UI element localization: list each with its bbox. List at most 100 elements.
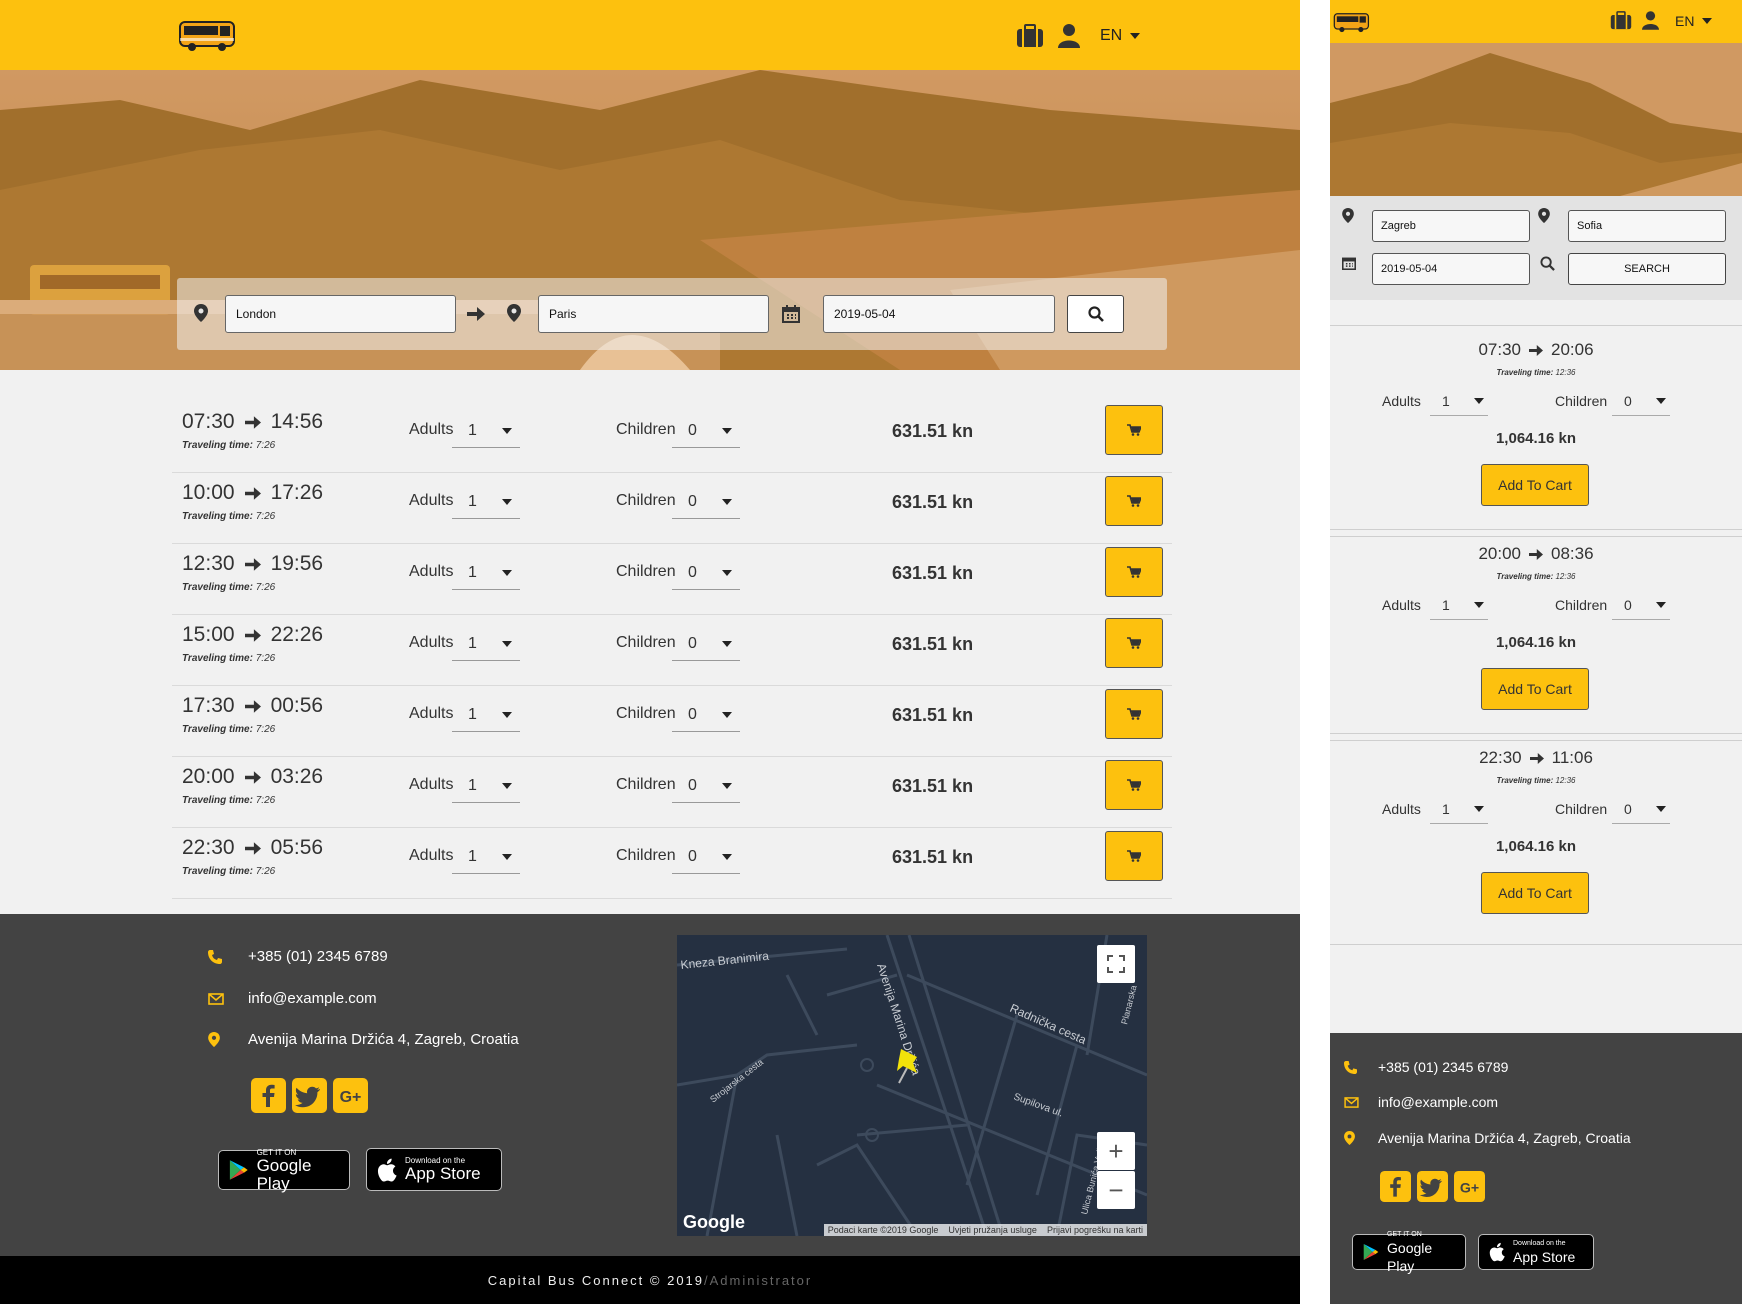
- trip-times: 15:00 22:26: [182, 623, 323, 647]
- adults-select[interactable]: 1: [452, 769, 520, 803]
- mobile-hero-banner: [1330, 43, 1742, 196]
- arrow-right-icon: [244, 841, 261, 855]
- language-dropdown[interactable]: EN: [1675, 13, 1713, 29]
- to-input[interactable]: Paris: [538, 295, 769, 333]
- map-zoom-in-button[interactable]: +: [1097, 1132, 1135, 1170]
- add-to-cart-button[interactable]: [1105, 760, 1163, 810]
- google-plus-icon[interactable]: G+: [1454, 1171, 1485, 1202]
- children-select[interactable]: 0: [1612, 590, 1670, 620]
- user-icon[interactable]: [1058, 24, 1080, 48]
- trip-price: 1,064.16 kn: [1495, 838, 1577, 855]
- search-button[interactable]: [1067, 295, 1124, 333]
- adults-select[interactable]: 1: [452, 627, 520, 661]
- traveling-time-label: Traveling time:: [182, 511, 253, 522]
- adults-select[interactable]: 1: [452, 414, 520, 448]
- facebook-icon[interactable]: [251, 1078, 286, 1113]
- date-input[interactable]: 2019-05-04: [1372, 253, 1530, 285]
- add-to-cart-button[interactable]: [1105, 689, 1163, 739]
- google-play-small-text: GET IT ON: [1387, 1230, 1422, 1238]
- adults-select[interactable]: 1: [452, 556, 520, 590]
- cart-icon: [1127, 495, 1141, 507]
- children-select[interactable]: 0: [1612, 386, 1670, 416]
- user-icon[interactable]: [1642, 11, 1659, 30]
- add-to-cart-button[interactable]: Add To Cart: [1481, 872, 1589, 914]
- add-to-cart-label: Add To Cart: [1498, 477, 1572, 493]
- map-marker-icon: [1538, 208, 1550, 223]
- language-dropdown[interactable]: EN: [1100, 27, 1141, 45]
- map-terms-link[interactable]: Uvjeti pružanja usluge: [948, 1225, 1037, 1235]
- children-value: 0: [688, 563, 697, 581]
- facebook-icon[interactable]: [1380, 1171, 1411, 1202]
- adults-select[interactable]: 1: [452, 485, 520, 519]
- from-value: Zagreb: [1381, 220, 1416, 232]
- from-input[interactable]: London: [225, 295, 456, 333]
- map-attribution: Podaci karte ©2019 Google Uvjeti pružanj…: [823, 1224, 1147, 1236]
- app-store-badge[interactable]: Download on the App Store: [366, 1148, 502, 1191]
- app-store-big-text: App Store: [1513, 1248, 1576, 1265]
- children-select[interactable]: 0: [672, 627, 740, 661]
- chevron-down-icon: [1702, 17, 1713, 24]
- search-icon: [1087, 306, 1104, 322]
- search-button[interactable]: SEARCH: [1568, 253, 1726, 285]
- address-text: Avenija Marina Držića 4, Zagreb, Croatia: [1378, 1130, 1631, 1146]
- arrival-time: 14:56: [270, 410, 324, 433]
- add-to-cart-button[interactable]: [1105, 831, 1163, 881]
- add-to-cart-button[interactable]: [1105, 547, 1163, 597]
- children-select[interactable]: 0: [672, 698, 740, 732]
- add-to-cart-button[interactable]: Add To Cart: [1481, 668, 1589, 710]
- add-to-cart-button[interactable]: [1105, 618, 1163, 668]
- footer-phone[interactable]: +385 (01) 2345 6789: [1344, 1059, 1508, 1075]
- children-select[interactable]: 0: [672, 769, 740, 803]
- mobile-header-actions: EN: [1610, 11, 1713, 30]
- add-to-cart-button[interactable]: Add To Cart: [1481, 464, 1589, 506]
- children-value: 0: [688, 421, 697, 439]
- children-select[interactable]: 0: [672, 840, 740, 874]
- site-header: EN: [0, 0, 1300, 70]
- add-to-cart-button[interactable]: [1105, 405, 1163, 455]
- google-plus-icon[interactable]: G+: [333, 1078, 368, 1113]
- children-select[interactable]: 0: [672, 556, 740, 590]
- children-select[interactable]: 0: [1612, 794, 1670, 824]
- adults-select[interactable]: 1: [452, 698, 520, 732]
- footer-address[interactable]: Avenija Marina Držića 4, Zagreb, Croatia: [1344, 1130, 1631, 1146]
- children-select[interactable]: 0: [672, 414, 740, 448]
- map-zoom-out-button[interactable]: −: [1097, 1171, 1135, 1209]
- date-input[interactable]: 2019-05-04: [823, 295, 1055, 333]
- location-map[interactable]: Kneza Branimira Avenija Marina Držića Ra…: [677, 935, 1147, 1236]
- twitter-icon[interactable]: [292, 1078, 327, 1113]
- administrator-link[interactable]: Administrator: [710, 1273, 813, 1288]
- footer-email[interactable]: info@example.com: [208, 990, 377, 1007]
- add-to-cart-button[interactable]: [1105, 476, 1163, 526]
- phone-text: +385 (01) 2345 6789: [248, 948, 388, 965]
- adults-select[interactable]: 1: [1430, 590, 1488, 620]
- map-fullscreen-button[interactable]: [1097, 945, 1135, 983]
- children-label: Children: [616, 705, 676, 722]
- adults-select[interactable]: 1: [1430, 386, 1488, 416]
- arrival-time: 03:26: [270, 765, 324, 788]
- app-store-badge[interactable]: Download on the App Store: [1478, 1234, 1594, 1270]
- footer-phone[interactable]: +385 (01) 2345 6789: [208, 948, 388, 965]
- copyright-bar: Capital Bus Connect © 2019 / Administrat…: [0, 1256, 1300, 1304]
- trip-times: 22:30 05:56: [182, 836, 323, 860]
- google-play-badge[interactable]: GET IT ON Google Play: [218, 1148, 350, 1192]
- footer-email[interactable]: info@example.com: [1344, 1094, 1498, 1110]
- cart-icon: [1127, 708, 1141, 720]
- email-text: info@example.com: [1378, 1094, 1499, 1110]
- suitcase-icon[interactable]: [1016, 24, 1044, 48]
- from-input[interactable]: Zagreb: [1372, 210, 1530, 242]
- google-play-badge[interactable]: GET IT ON Google Play: [1352, 1231, 1466, 1274]
- to-input[interactable]: Sofia: [1568, 210, 1726, 242]
- children-select[interactable]: 0: [672, 485, 740, 519]
- trip-price: 1,064.16 kn: [1495, 634, 1577, 651]
- bus-logo-icon[interactable]: [1333, 10, 1371, 34]
- adults-select[interactable]: 1: [1430, 794, 1488, 824]
- adults-value: 1: [468, 847, 477, 865]
- adults-select[interactable]: 1: [452, 840, 520, 874]
- map-marker-icon: [194, 304, 208, 322]
- map-report-link[interactable]: Prijavi pogrešku na karti: [1047, 1225, 1143, 1235]
- bus-logo-icon[interactable]: [178, 16, 238, 54]
- footer-address[interactable]: Avenija Marina Držića 4, Zagreb, Croatia: [208, 1031, 519, 1048]
- adults-value: 1: [1442, 596, 1450, 613]
- suitcase-icon[interactable]: [1610, 11, 1632, 30]
- twitter-icon[interactable]: [1417, 1171, 1448, 1202]
